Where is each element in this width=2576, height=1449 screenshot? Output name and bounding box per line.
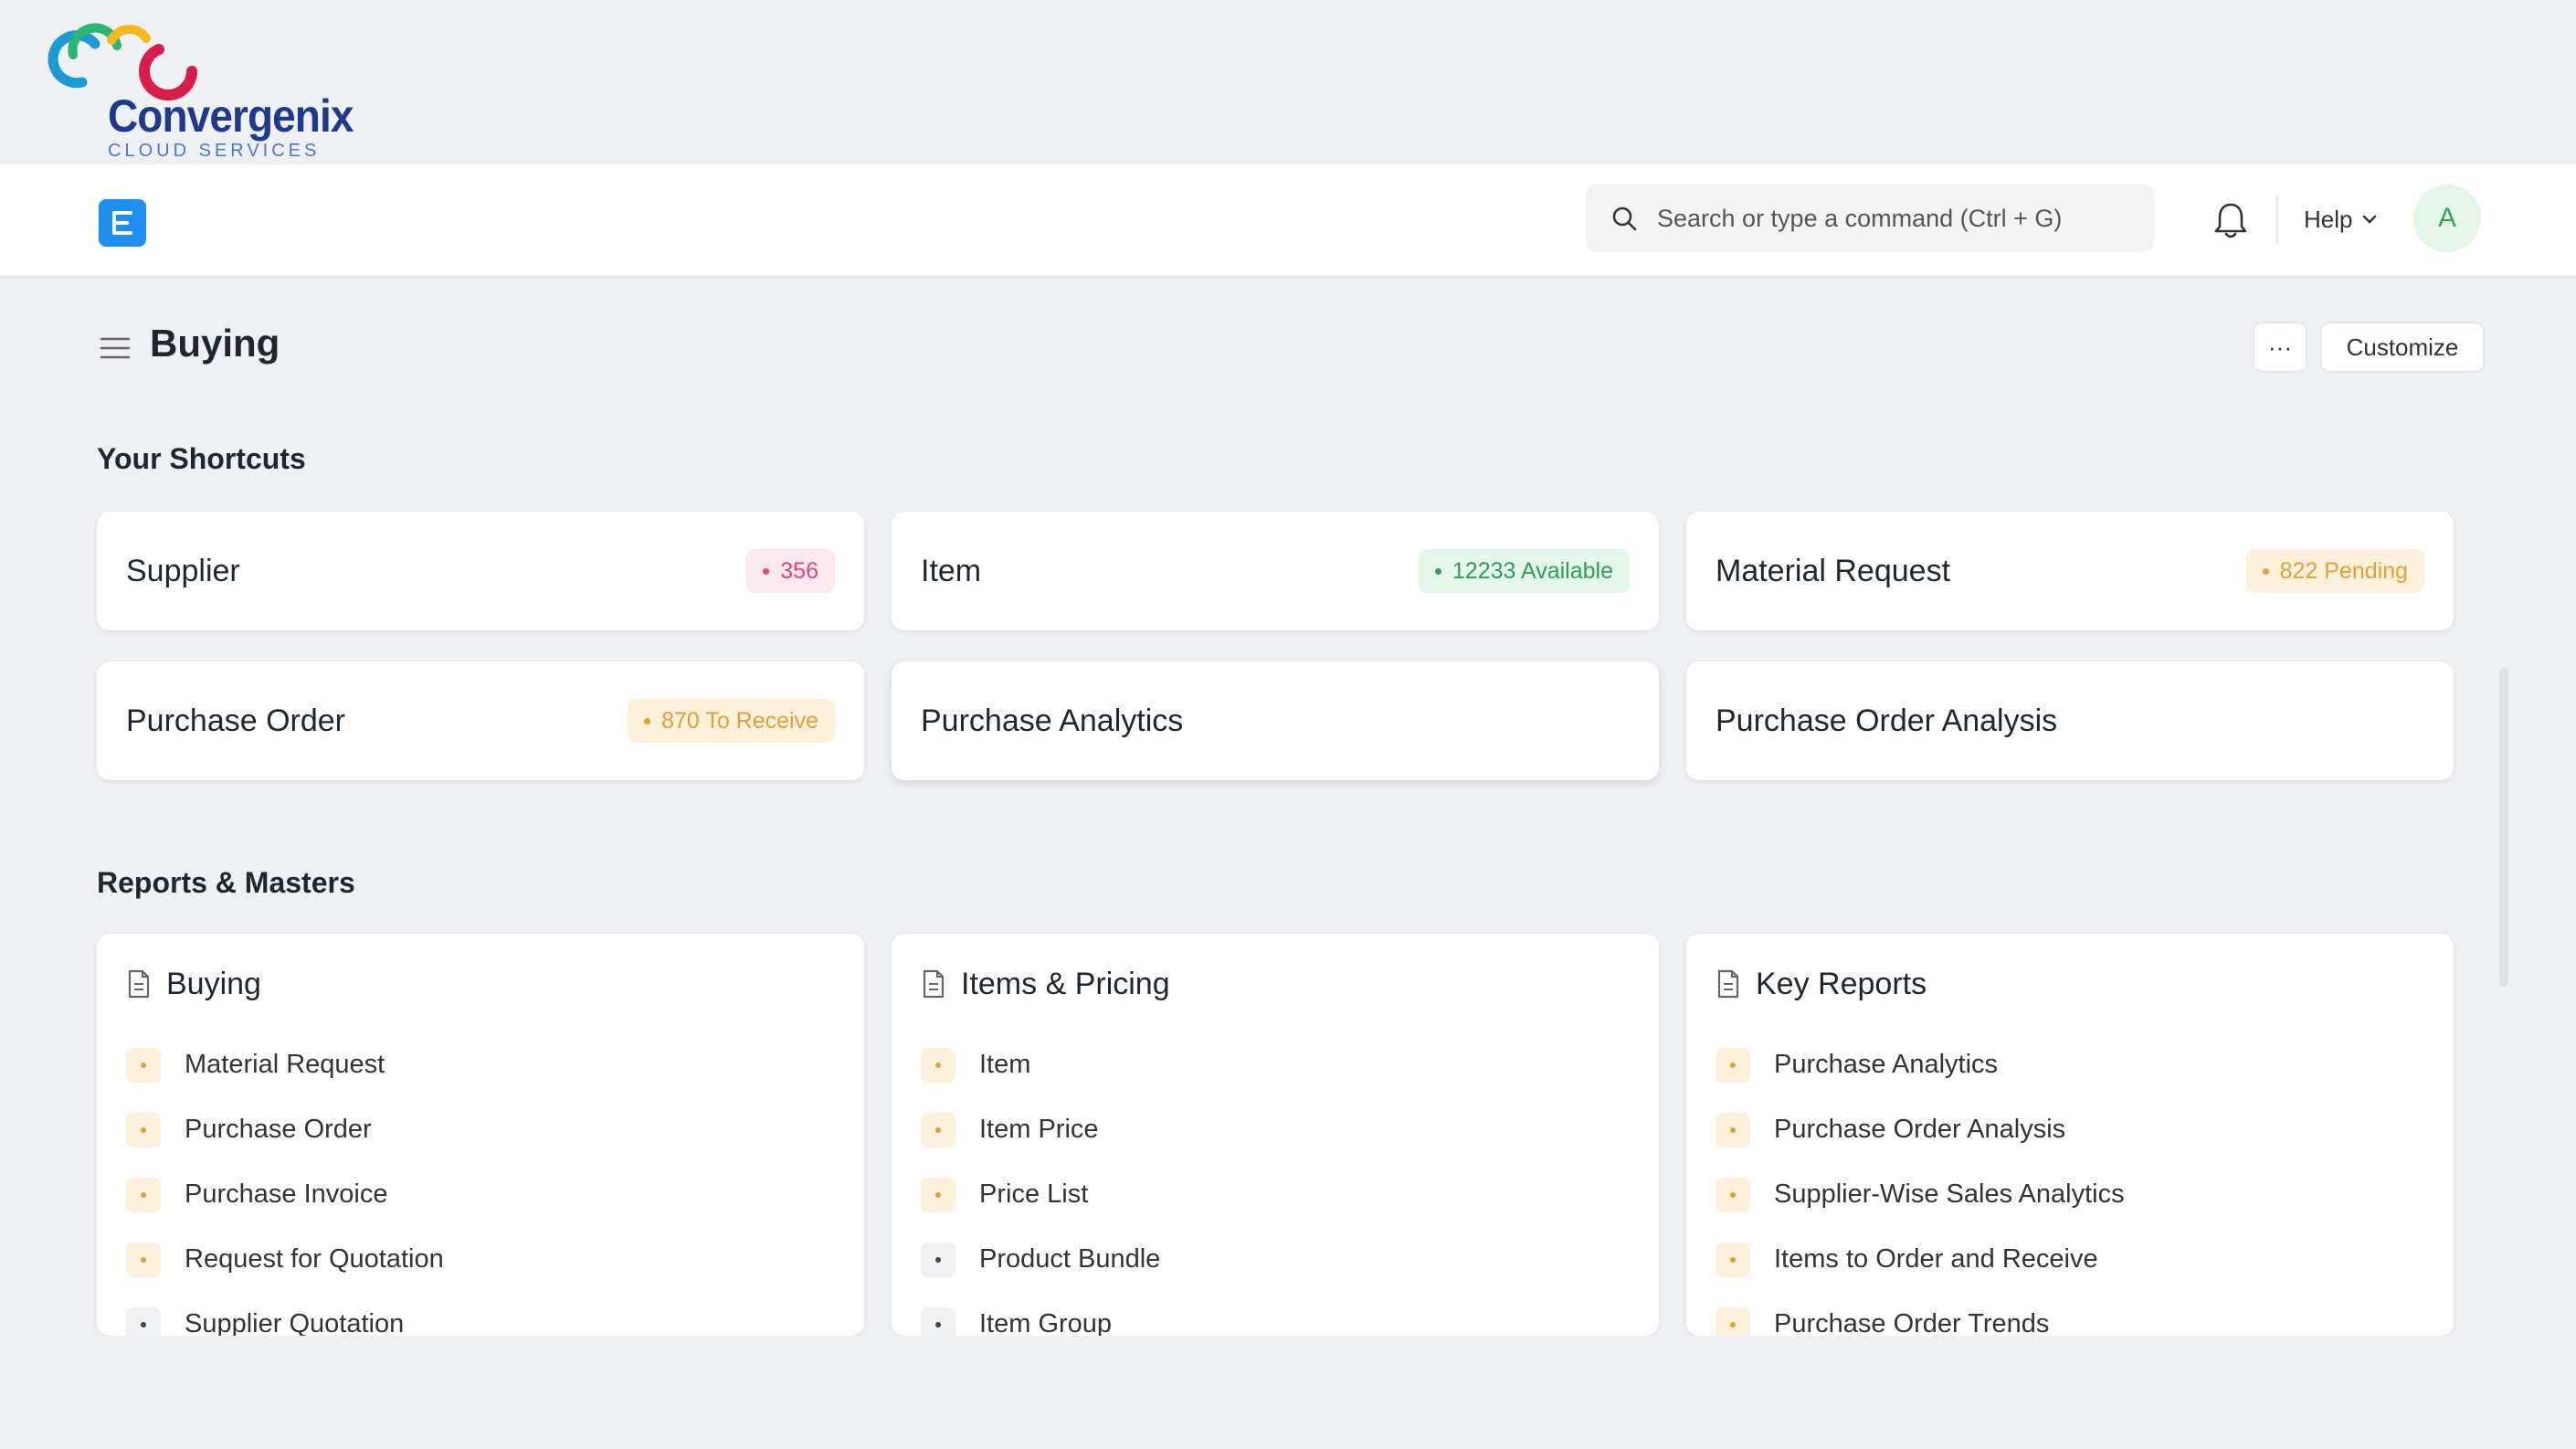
badge-dot-icon <box>763 567 770 575</box>
link-price-list[interactable]: Price List <box>921 1162 1630 1227</box>
badge-text: 870 To Receive <box>661 707 818 734</box>
link-product-bundle[interactable]: Product Bundle <box>921 1227 1630 1292</box>
link-label: Purchase Order Analysis <box>1774 1115 2066 1144</box>
badge-text: 356 <box>780 557 818 584</box>
shortcut-purchase-order[interactable]: Purchase Order 870 To Receive <box>97 661 864 780</box>
badge-text: 12233 Available <box>1452 557 1613 584</box>
badge-dot-icon <box>644 717 651 724</box>
logo-strip: Convergenix CLOUD SERVICES <box>0 0 2576 164</box>
help-label: Help <box>2304 205 2353 233</box>
shortcut-label: Purchase Order Analysis <box>1716 703 2058 738</box>
link-label: Price List <box>979 1179 1089 1209</box>
link-items-to-order-and-receive[interactable]: Items to Order and Receive <box>1716 1227 2424 1292</box>
brand-logo: Convergenix CLOUD SERVICES <box>46 18 354 164</box>
link-supplier-wise-sales-analytics[interactable]: Supplier-Wise Sales Analytics <box>1716 1162 2424 1227</box>
user-avatar[interactable]: A <box>2413 185 2481 252</box>
status-dot-icon <box>921 1242 955 1277</box>
count-badge: 12233 Available <box>1418 549 1630 593</box>
bottom-strip <box>0 1336 2576 1449</box>
count-badge: 870 To Receive <box>628 699 835 743</box>
report-card-key-reports: Key Reports Purchase Analytics Purchase … <box>1686 934 2454 1342</box>
status-dot-icon <box>1716 1242 1750 1277</box>
badge-dot-icon <box>1434 567 1441 575</box>
link-purchase-analytics[interactable]: Purchase Analytics <box>1716 1032 2424 1097</box>
link-purchase-order[interactable]: Purchase Order <box>126 1097 835 1162</box>
brand-tagline: CLOUD SERVICES <box>108 141 321 161</box>
search-bar[interactable] <box>1586 185 2154 252</box>
count-badge: 822 Pending <box>2245 549 2424 593</box>
status-dot-icon <box>126 1047 161 1083</box>
link-label: Items to Order and Receive <box>1774 1244 2098 1274</box>
shortcut-label: Purchase Order <box>126 703 345 738</box>
customize-button[interactable]: Customize <box>2320 322 2485 373</box>
app-logo-icon <box>112 211 132 235</box>
link-purchase-invoice[interactable]: Purchase Invoice <box>126 1162 835 1227</box>
shortcut-supplier[interactable]: Supplier 356 <box>97 512 864 630</box>
help-dropdown[interactable]: Help <box>2304 201 2378 238</box>
status-dot-icon <box>1716 1177 1750 1212</box>
shortcut-label: Item <box>921 553 982 588</box>
search-input[interactable] <box>1655 203 2134 234</box>
status-dot-icon <box>126 1242 161 1277</box>
link-label: Purchase Order <box>185 1115 372 1144</box>
sidebar-toggle-icon[interactable] <box>99 334 132 362</box>
document-icon <box>128 969 150 999</box>
shortcut-label: Material Request <box>1716 553 1951 588</box>
shortcut-material-request[interactable]: Material Request 822 Pending <box>1686 512 2454 630</box>
card-title: Buying <box>166 966 261 1001</box>
card-title: Key Reports <box>1756 966 1927 1001</box>
status-dot-icon <box>126 1177 161 1212</box>
link-purchase-order-analysis[interactable]: Purchase Order Analysis <box>1716 1097 2424 1162</box>
link-label: Supplier-Wise Sales Analytics <box>1774 1179 2125 1209</box>
status-dot-icon <box>921 1177 955 1212</box>
shortcut-purchase-order-analysis[interactable]: Purchase Order Analysis <box>1686 661 2454 780</box>
shortcuts-section-title: Your Shortcuts <box>97 442 306 475</box>
shortcut-item[interactable]: Item 12233 Available <box>892 512 1659 630</box>
top-navbar: Help A <box>0 164 2576 278</box>
shortcut-label: Purchase Analytics <box>921 703 1184 738</box>
report-card-buying: Buying Material Request Purchase Order P… <box>97 934 864 1342</box>
badge-text: 822 Pending <box>2279 557 2408 584</box>
page-title: Buying <box>150 322 280 365</box>
link-label: Material Request <box>185 1050 385 1079</box>
link-label: Request for Quotation <box>185 1244 444 1274</box>
link-item[interactable]: Item <box>921 1032 1630 1097</box>
more-options-button[interactable]: ··· <box>2253 322 2307 373</box>
link-material-request[interactable]: Material Request <box>126 1032 835 1097</box>
badge-dot-icon <box>2262 567 2269 575</box>
brand-name: Convergenix <box>108 90 354 142</box>
link-label: Purchase Invoice <box>185 1179 388 1209</box>
link-item-price[interactable]: Item Price <box>921 1097 1630 1162</box>
chevron-down-icon <box>2363 215 2377 224</box>
app-logo-button[interactable] <box>99 199 146 247</box>
status-dot-icon <box>126 1112 161 1148</box>
brand-logo-rings-icon <box>48 23 197 100</box>
navbar-divider <box>2276 196 2278 245</box>
link-label: Item Price <box>979 1115 1099 1144</box>
link-request-for-quotation[interactable]: Request for Quotation <box>126 1227 835 1292</box>
document-icon <box>1717 969 1739 999</box>
card-title: Items & Pricing <box>961 966 1170 1001</box>
status-dot-icon <box>1716 1112 1750 1148</box>
page-scrollbar[interactable] <box>2499 667 2508 987</box>
shortcut-label: Supplier <box>126 553 240 588</box>
count-badge: 356 <box>746 549 835 593</box>
status-dot-icon <box>1716 1047 1750 1083</box>
link-label: Item <box>979 1050 1031 1079</box>
status-dot-icon <box>921 1112 955 1148</box>
notification-bell-icon[interactable] <box>2211 199 2251 241</box>
link-label: Product Bundle <box>979 1244 1161 1274</box>
reports-section-title: Reports & Masters <box>97 866 355 899</box>
link-label: Purchase Analytics <box>1774 1050 1999 1079</box>
document-icon <box>923 969 945 999</box>
status-dot-icon <box>921 1047 955 1083</box>
report-card-items-pricing: Items & Pricing Item Item Price Price Li… <box>892 934 1659 1342</box>
search-icon <box>1612 206 1637 231</box>
shortcut-purchase-analytics[interactable]: Purchase Analytics <box>892 661 1659 780</box>
